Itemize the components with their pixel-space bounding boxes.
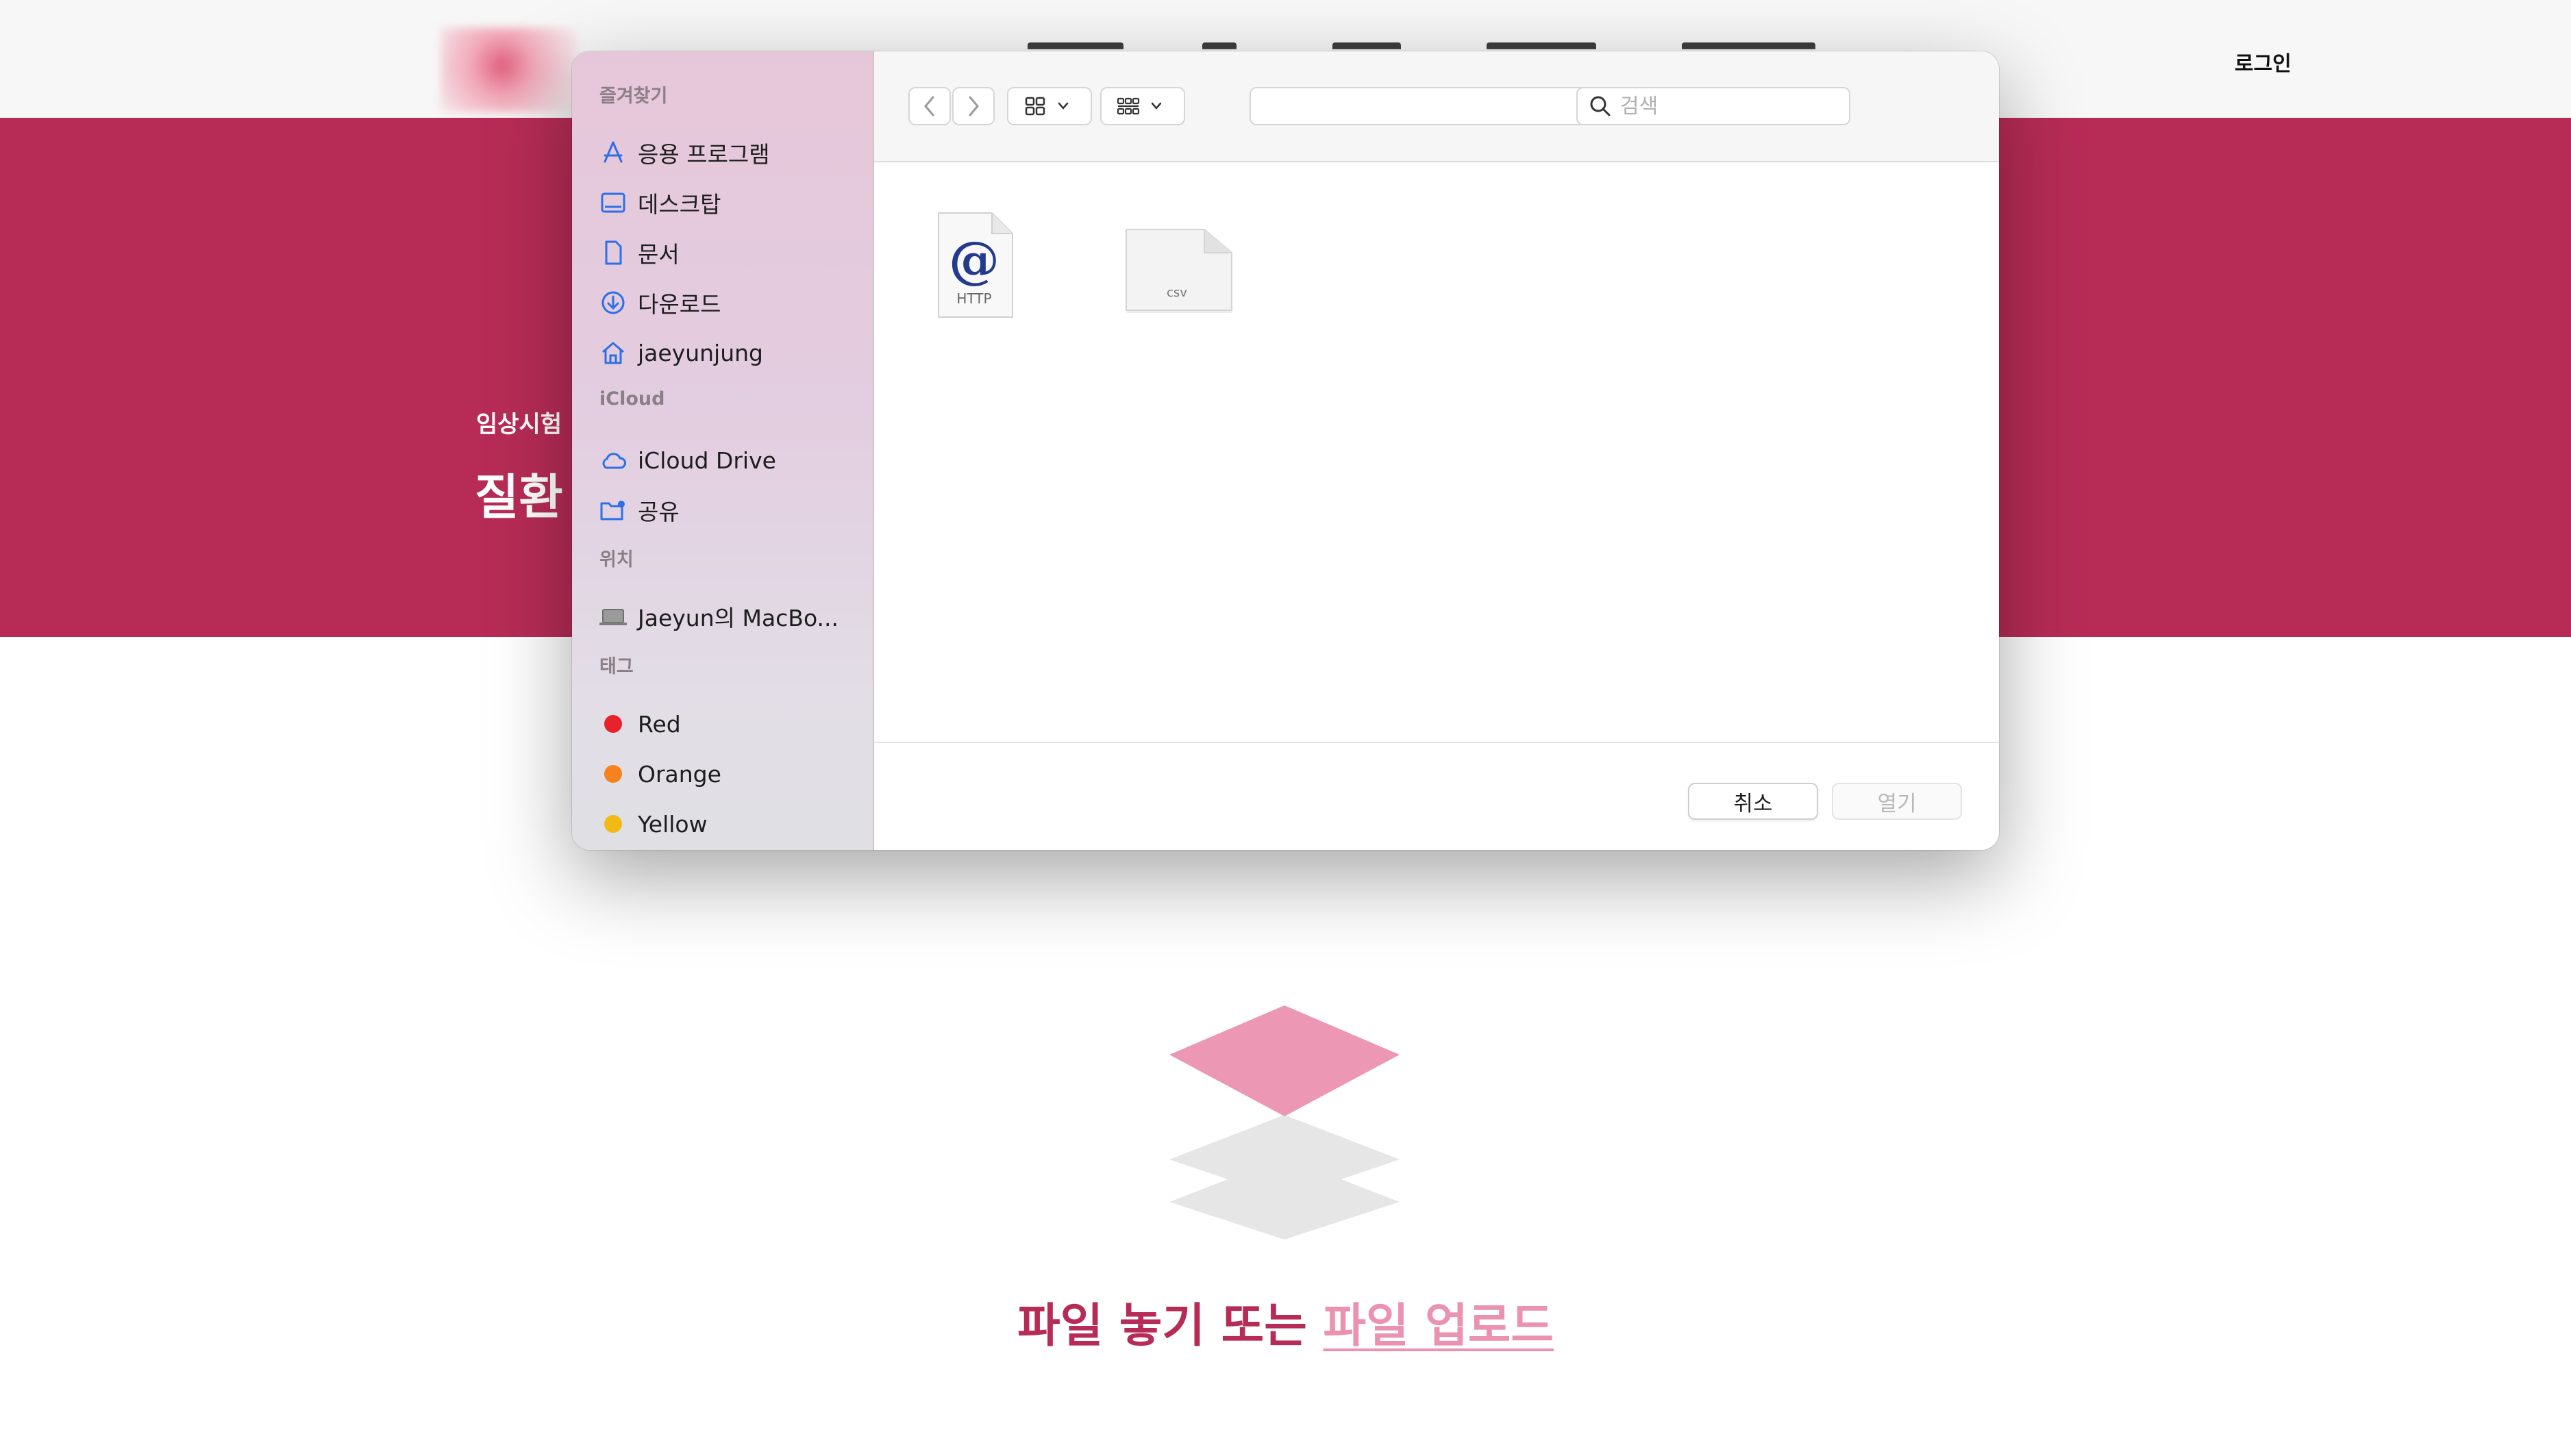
favorites-header: 즐겨찾기 — [599, 86, 668, 107]
dialog-footer: 취소 열기 — [874, 742, 1999, 850]
cloud-icon — [598, 445, 628, 475]
layer-top — [1169, 1005, 1400, 1116]
hero-subtitle: 임상시험 — [476, 411, 562, 438]
locations-header: 위치 — [599, 549, 634, 570]
hero-title: 질환 — [475, 469, 563, 525]
sidebar-tag-yellow[interactable]: Yellow — [598, 803, 865, 844]
sidebar-item-icloud-drive[interactable]: iCloud Drive — [598, 440, 865, 481]
login-link[interactable]: 로그인 — [2235, 47, 2291, 77]
svg-text:HTTP: HTTP — [956, 290, 991, 307]
sidebar-item-desktop[interactable]: 데스크탑 — [598, 182, 865, 223]
file-drop-zone[interactable]: 파일 놓기 또는 파일 업로드 — [0, 1288, 2571, 1355]
open-button[interactable]: 열기 — [1832, 783, 1962, 820]
site-logo[interactable] — [440, 27, 577, 112]
sidebar-item-label: 데스크탑 — [638, 191, 721, 218]
tag-dot-icon — [598, 759, 628, 789]
view-mode-button[interactable] — [1007, 87, 1092, 125]
search-icon — [1590, 96, 1611, 116]
sidebar-item-label: 문서 — [638, 241, 680, 268]
dialog-sidebar: 즐겨찾기 응용 프로그램 데스크탑 문서 다운로드 jaeyunjung iCl… — [572, 51, 874, 850]
group-by-button[interactable] — [1100, 87, 1185, 125]
shared-folder-icon — [598, 495, 628, 525]
sidebar-item-home[interactable]: jaeyunjung — [598, 332, 865, 373]
sidebar-tag-orange[interactable]: Orange — [598, 753, 865, 794]
cancel-button[interactable]: 취소 — [1688, 783, 1818, 820]
sidebar-item-macbook[interactable]: Jaeyun의 MacBo... — [598, 596, 865, 637]
file-browser-pane: @ HTTP csv 취소 열기 — [874, 51, 1999, 850]
sidebar-item-applications[interactable]: 응용 프로그램 — [598, 132, 865, 173]
document-icon — [598, 238, 628, 268]
sidebar-item-label: iCloud Drive — [638, 447, 776, 474]
chevron-left-icon — [924, 96, 934, 116]
home-icon — [598, 338, 628, 368]
sidebar-item-label: Yellow — [638, 810, 708, 838]
desktop-icon — [598, 188, 628, 218]
file-item[interactable]: @ HTTP — [934, 210, 1017, 320]
applications-icon — [598, 138, 628, 168]
sidebar-tag-green[interactable]: G — [598, 846, 865, 850]
download-icon — [598, 288, 628, 318]
location-popup[interactable] — [1250, 87, 1621, 125]
svg-text:csv: csv — [1167, 286, 1187, 300]
sidebar-item-label: 공유 — [638, 499, 680, 525]
sidebar-item-label: 응용 프로그램 — [638, 141, 770, 168]
sidebar-item-label: Orange — [638, 760, 721, 788]
icon-view-grid-icon — [1025, 97, 1069, 116]
file-upload-link[interactable]: 파일 업로드 — [1323, 1299, 1553, 1353]
sidebar-item-label: 다운로드 — [638, 291, 721, 318]
tag-dot-icon — [598, 709, 628, 739]
dialog-toolbar — [874, 51, 1999, 162]
webloc-file-icon: @ HTTP — [938, 212, 1013, 318]
search-field[interactable] — [1576, 87, 1850, 125]
drop-prompt-text: 파일 놓기 또는 — [1017, 1299, 1324, 1353]
sidebar-item-shared[interactable]: 공유 — [598, 490, 865, 531]
chevron-right-icon — [969, 96, 979, 116]
group-grid-icon — [1117, 97, 1162, 115]
back-button[interactable] — [908, 87, 951, 125]
sidebar-item-label: Red — [638, 710, 681, 738]
sidebar-item-label: Jaeyun의 MacBo... — [638, 605, 839, 631]
tag-dot-icon — [598, 809, 628, 839]
svg-text:@: @ — [949, 231, 999, 290]
laptop-icon — [598, 601, 628, 631]
sidebar-item-downloads[interactable]: 다운로드 — [598, 282, 865, 323]
file-open-dialog: 즐겨찾기 응용 프로그램 데스크탑 문서 다운로드 jaeyunjung iCl… — [572, 51, 1999, 850]
icloud-header: iCloud — [599, 388, 665, 410]
forward-button[interactable] — [952, 87, 995, 125]
csv-file-icon: csv — [1126, 229, 1232, 313]
tags-header: 태그 — [599, 656, 634, 677]
layers-upload-icon — [1169, 1005, 1400, 1240]
sidebar-item-documents[interactable]: 문서 — [598, 232, 865, 273]
layer-middle — [1169, 1115, 1400, 1198]
sidebar-tag-red[interactable]: Red — [598, 703, 865, 744]
sidebar-item-label: jaeyunjung — [638, 339, 763, 366]
search-input[interactable] — [1620, 94, 1839, 118]
file-item[interactable]: csv — [1122, 224, 1236, 316]
